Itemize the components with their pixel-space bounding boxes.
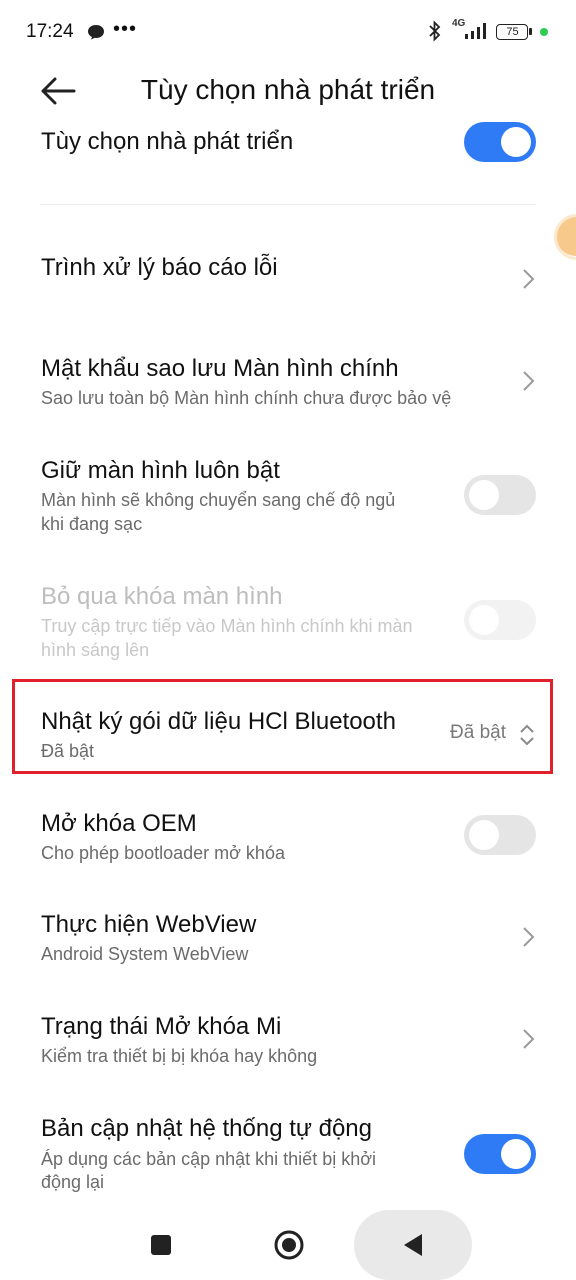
row-subtitle: Sao lưu toàn bộ Màn hình chính chưa được… bbox=[41, 388, 452, 408]
floating-assistant-bubble[interactable] bbox=[554, 214, 576, 260]
divider bbox=[40, 204, 536, 205]
developer-options-toggle[interactable] bbox=[464, 122, 536, 162]
home-circle-icon[interactable] bbox=[273, 1229, 305, 1261]
chevron-up-down-icon[interactable] bbox=[518, 722, 536, 748]
row-subtitle-line2: hình sáng lên bbox=[41, 640, 150, 660]
row-subtitle-line1: Truy cập trực tiếp vào Màn hình chính kh… bbox=[41, 616, 413, 636]
row-subtitle: Android System WebView bbox=[41, 944, 249, 964]
row-subtitle-line2: động lại bbox=[41, 1172, 105, 1192]
row-title: Bản cập nhật hệ thống tự động bbox=[41, 1115, 372, 1142]
message-bubble-icon bbox=[88, 25, 104, 40]
row-title: Trạng thái Mở khóa Mi bbox=[41, 1013, 282, 1040]
oem-unlock-toggle[interactable] bbox=[464, 815, 536, 855]
status-bar: 17:24 ••• 4G 75 bbox=[0, 0, 576, 64]
battery-icon: 75 bbox=[496, 24, 532, 40]
row-subtitle: Đã bật bbox=[41, 741, 95, 761]
row-title: Giữ màn hình luôn bật bbox=[41, 457, 280, 484]
row-title: Thực hiện WebView bbox=[41, 911, 257, 938]
row-subtitle: Cho phép bootloader mở khóa bbox=[41, 843, 285, 863]
skip-lock-screen-toggle bbox=[464, 600, 536, 640]
selected-value[interactable]: Đã bật bbox=[450, 722, 506, 744]
chevron-right-icon bbox=[523, 371, 535, 391]
status-time: 17:24 bbox=[26, 21, 74, 42]
chevron-right-icon bbox=[523, 927, 535, 947]
bluetooth-icon bbox=[429, 20, 441, 42]
recents-square-icon[interactable] bbox=[151, 1235, 171, 1255]
row-title: Bỏ qua khóa màn hình bbox=[41, 583, 283, 610]
more-notifications-icon: ••• bbox=[113, 18, 138, 40]
page-title: Tùy chọn nhà phát triển bbox=[140, 74, 436, 105]
signal-strength-icon bbox=[465, 23, 486, 39]
privacy-indicator-dot bbox=[540, 28, 548, 36]
battery-level: 75 bbox=[506, 26, 519, 38]
row-title: Trình xử lý báo cáo lỗi bbox=[41, 254, 278, 281]
row-title: Mở khóa OEM bbox=[41, 810, 197, 837]
row-title: Tùy chọn nhà phát triển bbox=[41, 128, 294, 155]
chevron-right-icon bbox=[523, 269, 535, 289]
back-triangle-icon[interactable] bbox=[400, 1231, 426, 1259]
row-title: Nhật ký gói dữ liệu HCl Bluetooth bbox=[41, 708, 396, 735]
row-subtitle-line1: Màn hình sẽ không chuyển sang chế độ ngủ bbox=[41, 490, 396, 510]
row-title: Mật khẩu sao lưu Màn hình chính bbox=[41, 355, 399, 382]
row-subtitle-line1: Áp dụng các bản cập nhật khi thiết bị kh… bbox=[41, 1149, 377, 1169]
row-subtitle: Kiểm tra thiết bị bị khóa hay không bbox=[41, 1046, 318, 1066]
chevron-right-icon bbox=[523, 1029, 535, 1049]
auto-update-toggle[interactable] bbox=[464, 1134, 536, 1174]
stay-awake-toggle[interactable] bbox=[464, 475, 536, 515]
row-subtitle-line2: khi đang sạc bbox=[41, 514, 143, 534]
